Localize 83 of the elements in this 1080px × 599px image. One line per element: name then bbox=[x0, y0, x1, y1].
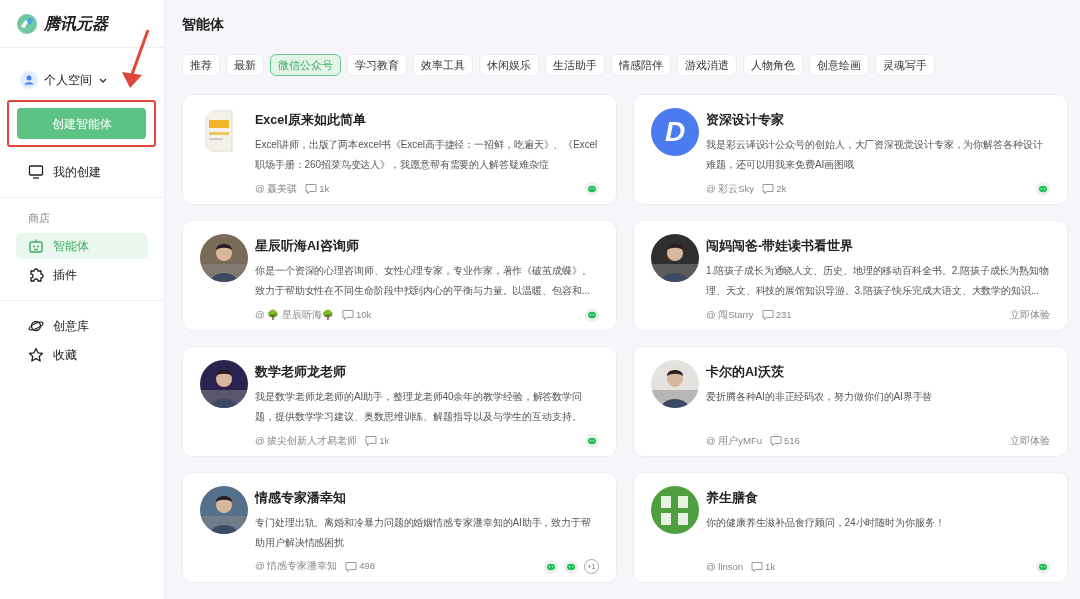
chat-bubble-icon bbox=[1036, 559, 1050, 574]
agent-title: 养生膳食 bbox=[706, 489, 759, 507]
comment-icon bbox=[770, 434, 783, 447]
chat-bubble-icon bbox=[564, 559, 578, 574]
author-name: @ 聂美骐 bbox=[255, 181, 298, 196]
agent-card[interactable]: 养生膳食 你的健康养生滋补品食疗顾问，24小时随时为你服务！ @ linson 1k bbox=[633, 472, 1068, 583]
comment-count: 231 bbox=[775, 307, 792, 322]
chat-bubble-icon bbox=[585, 433, 599, 448]
category-tab[interactable]: 创意绘画 bbox=[809, 54, 869, 76]
app-name: 腾讯元器 bbox=[44, 13, 108, 34]
agent-description: 专门处理出轨、离婚和冷暴力问题的婚姻情感专家潘幸知的AI助手，致力于帮助用户解决情感困扰 bbox=[255, 515, 592, 550]
category-tab[interactable]: 游戏消遣 bbox=[677, 54, 737, 76]
chat-bubble-icon bbox=[544, 559, 558, 574]
category-tab[interactable]: 生活助手 bbox=[545, 54, 605, 76]
comment-count: 10k bbox=[355, 307, 372, 322]
comment-count: 1k bbox=[765, 559, 776, 574]
author-name: @ 情感专家潘幸知 bbox=[255, 559, 338, 574]
category-tab[interactable]: 最新 bbox=[226, 54, 264, 76]
comment-count: 1k bbox=[379, 433, 390, 448]
comment-icon bbox=[365, 434, 378, 447]
chat-bubble-icon bbox=[585, 307, 599, 322]
comment-count: 498 bbox=[359, 559, 376, 574]
category-tab[interactable]: 效率工具 bbox=[413, 54, 473, 76]
chat-bubble-icon bbox=[585, 181, 599, 196]
agent-title: 数学老师龙老师 bbox=[255, 364, 347, 381]
agent-title: 卡尔的AI沃茨 bbox=[706, 364, 785, 381]
agent-title: 情感专家潘幸知 bbox=[255, 489, 347, 507]
robot-icon bbox=[28, 237, 44, 254]
agent-card[interactable]: 星辰听海AI咨询师 你是一个资深的心理咨询师、女性心理专家，专业作家，著作《破茧成蝶》。致力于帮助女性在不同生命阶段中找到内心的平衡与力量。以温暖、包容和... @ 🌳 星辰听海🌳 10k bbox=[182, 220, 617, 331]
author-name: @ 闯Starry bbox=[706, 307, 754, 322]
agent-card[interactable]: 闯妈闯爸-带娃读书看世界 1.陪孩子成长为通晓人文、历史、地理的移动百科全书。2.陪孩子成长为熟知物理、天文、科技的展馆知识导游。3.陪孩子快乐完成大语文、大数学的知识... @ 闯Starry 231 立即体验 bbox=[633, 220, 1068, 331]
agent-title: 闯妈闯爸-带娃读书看世界 bbox=[706, 238, 855, 255]
category-tab[interactable]: 情感陪伴 bbox=[611, 54, 671, 76]
author-name: @ 🌳 星辰听海🌳 bbox=[255, 307, 334, 322]
category-tab[interactable]: 灵魂写手 bbox=[875, 54, 935, 76]
agent-description: 你是一个资深的心理咨询师、女性心理专家，专业作家，著作《破茧成蝶》。致力于帮助女性在不同生命阶段中找到内心的平衡与力量。以温暖、包容和... bbox=[255, 263, 593, 298]
agent-description: 我是彩云译设计公众号的创始人，大厂资深视觉设计专家，为你解答各种设计难题，还可以用我来免费AI画图哦 bbox=[706, 137, 1044, 172]
agent-description: 你的健康养生滋补品食疗顾问，24小时随时为你服务！ bbox=[706, 515, 946, 530]
author-name: @ 用户yMFu bbox=[706, 433, 763, 448]
puzzle-icon bbox=[28, 266, 44, 283]
agent-description: 1.陪孩子成长为通晓人文、历史、地理的移动百科全书。2.陪孩子成长为熟知物理、天文、科技的展馆知识导游。3.陪孩子快乐完成大语文、大数学的知识... bbox=[706, 263, 1050, 298]
category-tab[interactable]: 人物角色 bbox=[743, 54, 803, 76]
comment-count: 516 bbox=[784, 433, 800, 448]
agent-card[interactable]: Excel原来如此简单 Excel讲师，出版了两本excel书《Excel高手捷径：一招鲜，吃遍天》、《Excel职场手册：260招菜鸟变达人》，我愿意帮有需要的人解答疑难杂症 @ 聂美骐 1k bbox=[182, 94, 617, 205]
page-title: 智能体 bbox=[182, 15, 225, 34]
agent-card[interactable]: 卡尔的AI沃茨 爱折腾各种AI的非正经码农，努力做你们的AI界手替 @ 用户yMFu 516 立即体验 bbox=[633, 346, 1068, 457]
user-avatar-icon bbox=[20, 71, 38, 89]
sidebar-item[interactable]: 收藏 bbox=[16, 341, 148, 368]
author-name: @ 拔尖创新人才易老师 bbox=[255, 433, 358, 448]
agent-description: Excel讲师，出版了两本excel书《Excel高手捷径：一招鲜，吃遍天》、《Excel职场手册：260招菜鸟变达人》，我愿意帮有需要的人解答疑难杂症 bbox=[255, 137, 599, 172]
try-now-link[interactable]: 立即体验 bbox=[1010, 433, 1050, 448]
sidebar-item[interactable]: 创意库 bbox=[16, 312, 148, 339]
star-icon bbox=[28, 346, 44, 363]
comment-count: 2k bbox=[776, 181, 787, 196]
agent-title: 星辰听海AI咨询师 bbox=[255, 238, 360, 255]
comment-icon bbox=[345, 560, 358, 573]
comment-icon bbox=[761, 308, 774, 321]
space-selector[interactable]: 个人空间 bbox=[0, 48, 164, 94]
monitor-icon bbox=[28, 164, 44, 180]
sidebar-item[interactable]: 我的创建 bbox=[16, 159, 148, 185]
logo-icon bbox=[16, 12, 38, 35]
category-tab[interactable]: 学习教育 bbox=[347, 54, 407, 76]
agent-title: Excel原来如此简单 bbox=[255, 112, 367, 129]
comment-icon bbox=[762, 182, 775, 195]
agent-description: 爱折腾各种AI的非正经码农，努力做你们的AI界手替 bbox=[706, 389, 934, 404]
agent-card[interactable]: 数学老师龙老师 我是数学老师龙老师的AI助手，整理龙老师40余年的教学经验，解答数学问题，提供数学学习建议、奥数思维训练、解题指导以及与学生的互动支持。 @ 拔尖创新人才易老师 1k bbox=[182, 346, 617, 457]
comment-count: 1k bbox=[319, 181, 330, 196]
try-now-link[interactable]: 立即体验 bbox=[1010, 307, 1050, 322]
chevron-down-icon bbox=[98, 76, 108, 84]
agent-card[interactable]: D 资深设计专家 我是彩云译设计公众号的创始人，大厂资深视觉设计专家，为你解答各种设计难题，还可以用我来免费AI画图哦 @ 彩云Sky 2k bbox=[633, 94, 1068, 205]
agent-title: 资深设计专家 bbox=[706, 111, 785, 129]
author-name: @ linson bbox=[706, 559, 744, 574]
agent-description: 我是数学老师龙老师的AI助手，整理龙老师40余年的教学经验，解答数学问题，提供数学学习建议、奥数思维训练、解题指导以及与学生的互动支持。 bbox=[255, 389, 584, 424]
section-label: 商店 bbox=[27, 211, 51, 226]
sidebar-item[interactable]: 插件 bbox=[16, 261, 148, 288]
comment-icon bbox=[305, 182, 318, 195]
avatar: D bbox=[651, 108, 699, 156]
category-tab[interactable]: 休闲娱乐 bbox=[479, 54, 539, 76]
author-name: @ 彩云Sky bbox=[706, 181, 755, 196]
category-tab[interactable]: 推荐 bbox=[182, 54, 220, 76]
comment-icon bbox=[751, 560, 764, 573]
chat-bubble-icon bbox=[1036, 181, 1050, 196]
comment-icon bbox=[341, 308, 354, 321]
